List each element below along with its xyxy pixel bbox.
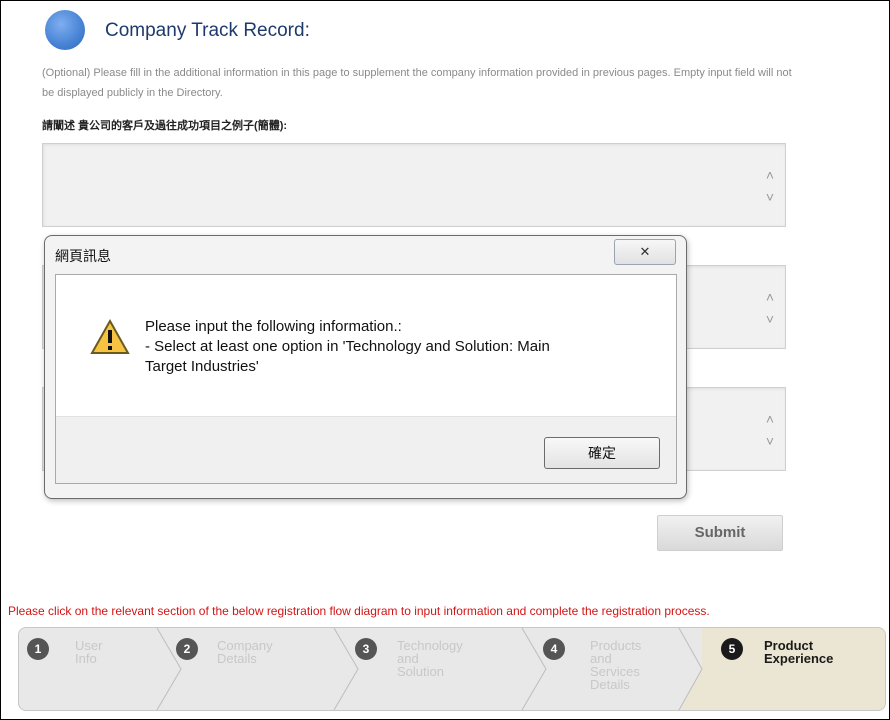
step-number-4: 4 — [543, 638, 565, 660]
field1-label: 請闡述 貴公司的客戶及過往成功項目之例子(簡體): — [42, 120, 288, 132]
textarea-scrollbar[interactable]: ˄ ˅ — [763, 408, 777, 452]
step-label-1: User Info — [75, 639, 102, 665]
alert-dialog: 網頁訊息 ✕ Please input the following inform… — [44, 235, 687, 499]
track-record-textarea-1[interactable]: ˄ ˅ — [42, 143, 786, 227]
step-divider — [333, 628, 359, 710]
step-label-line: Info — [75, 651, 97, 666]
step-number-5: 5 — [721, 638, 743, 660]
flow-instruction: Please click on the relevant section of … — [8, 604, 710, 618]
help-text: (Optional) Please fill in the additional… — [42, 67, 792, 99]
scroll-down-icon[interactable]: ˅ — [763, 308, 777, 330]
step-label-line: Solution — [397, 664, 444, 679]
section-title: Company Track Record: — [105, 20, 310, 41]
dialog-message: Please input the following information.:… — [145, 317, 645, 377]
dialog-message-line: - Select at least one option in 'Technol… — [145, 338, 550, 355]
step-label-4: Products and Services Details — [590, 639, 641, 691]
dialog-body: Please input the following information.:… — [55, 274, 677, 484]
submit-button[interactable]: Submit — [657, 515, 783, 551]
step-number-2: 2 — [176, 638, 198, 660]
step-divider — [156, 628, 182, 710]
registration-flow: 1 User Info 2 Company Details 3 Technolo… — [18, 627, 886, 711]
scroll-down-icon[interactable]: ˅ — [763, 186, 777, 208]
ok-button[interactable]: 確定 — [544, 437, 660, 469]
step-label-2: Company Details — [217, 639, 273, 665]
textarea-scrollbar[interactable]: ˄ ˅ — [763, 164, 777, 208]
step-label-line: Details — [217, 651, 257, 666]
step-label-3: Technology and Solution — [397, 639, 463, 678]
scroll-down-icon[interactable]: ˅ — [763, 430, 777, 452]
step-divider — [521, 628, 547, 710]
step-number-3: 3 — [355, 638, 377, 660]
dialog-close-button[interactable]: ✕ — [614, 239, 676, 265]
warning-icon — [90, 319, 130, 354]
scroll-up-icon[interactable]: ˄ — [763, 286, 777, 308]
dialog-message-line: Please input the following information.: — [145, 318, 402, 335]
step-label-line: Details — [590, 677, 630, 692]
scroll-up-icon[interactable]: ˄ — [763, 164, 777, 186]
step-label-line: Experience — [764, 651, 834, 666]
step-label-5: Product Experience — [764, 639, 833, 665]
blue-circle-icon — [45, 10, 85, 50]
scroll-up-icon[interactable]: ˄ — [763, 408, 777, 430]
dialog-message-line: Target Industries' — [145, 358, 259, 375]
dialog-title: 網頁訊息 — [55, 248, 111, 264]
dialog-footer: 確定 — [56, 416, 676, 483]
step-number-1: 1 — [27, 638, 49, 660]
textarea-scrollbar[interactable]: ˄ ˅ — [763, 286, 777, 330]
close-icon: ✕ — [639, 244, 651, 259]
